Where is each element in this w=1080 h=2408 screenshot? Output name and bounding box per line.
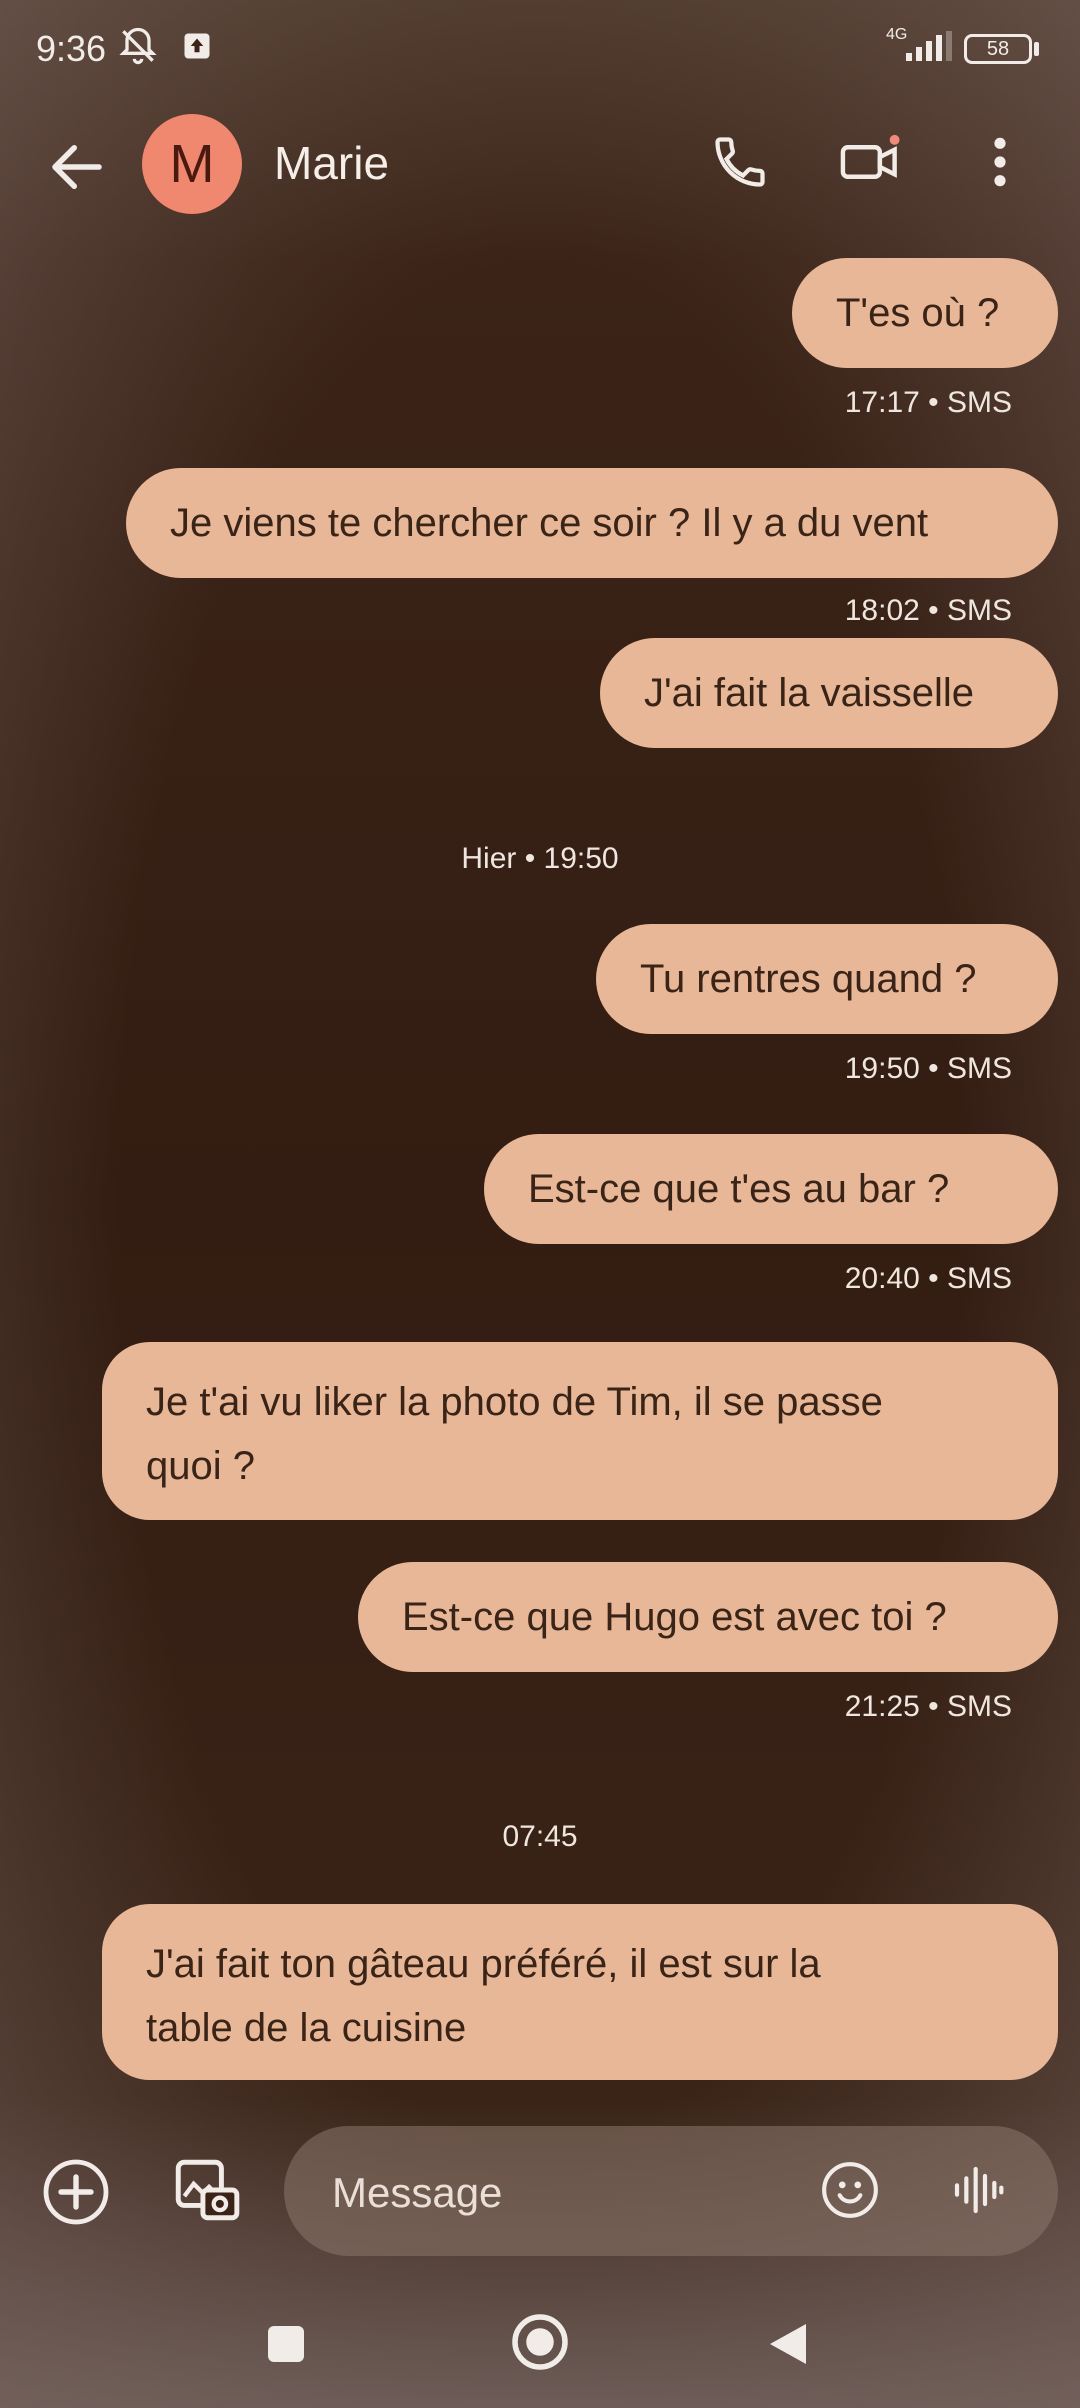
message-text: Tu rentres quand ? — [640, 957, 977, 1001]
recents-button[interactable] — [246, 2306, 326, 2386]
message-meta: 20:40 • SMS — [844, 1262, 1012, 1295]
message-meta: 19:50 • SMS — [844, 1052, 1012, 1085]
voice-message-button[interactable] — [936, 2150, 1020, 2234]
message-bubble[interactable]: J'ai fait ton gâteau préféré, il est sur… — [102, 1904, 1058, 2080]
message-meta: 17:17 • SMS — [844, 386, 1012, 419]
home-circle-icon — [510, 2312, 570, 2377]
message-text: Je viens te chercher ce soir ? Il y a du… — [170, 501, 929, 545]
add-circle-icon — [40, 2156, 112, 2233]
message-bubble[interactable]: Je viens te chercher ce soir ? Il y a du… — [126, 468, 1058, 578]
home-button[interactable] — [498, 2302, 582, 2386]
contact-avatar[interactable]: M — [142, 114, 242, 214]
signal-icon — [900, 24, 956, 68]
status-time: 9:36 — [36, 28, 107, 69]
gallery-camera-icon — [169, 2153, 243, 2232]
message-bubble[interactable]: J'ai fait la vaisselle — [600, 638, 1058, 748]
video-call-button[interactable] — [830, 124, 910, 204]
battery-level: 58 — [986, 37, 1010, 60]
message-meta: 21:25 • SMS — [844, 1690, 1012, 1723]
message-text: Est-ce que t'es au bar ? — [528, 1167, 950, 1211]
message-meta: 18:02 • SMS — [844, 594, 1012, 627]
message-text-line: table de la cuisine — [146, 2006, 467, 2050]
more-vert-icon — [990, 134, 1010, 195]
message-input[interactable] — [330, 2166, 794, 2220]
video-call-icon — [838, 132, 902, 197]
message-text-line: Je t'ai vu liker la photo de Tim, il se … — [146, 1380, 883, 1424]
message-bubble[interactable]: T'es où ? — [792, 258, 1058, 368]
phone-icon — [710, 132, 770, 197]
message-text: Est-ce que Hugo est avec toi ? — [402, 1595, 947, 1639]
gallery-button[interactable] — [166, 2150, 246, 2234]
back-nav-button[interactable] — [748, 2306, 828, 2386]
add-attachment-button[interactable] — [36, 2154, 116, 2234]
date-separator: Hier • 19:50 — [461, 842, 619, 875]
back-arrow-icon[interactable] — [44, 134, 110, 200]
battery-icon: 58 — [964, 34, 1032, 64]
message-text-line: J'ai fait ton gâteau préféré, il est sur… — [146, 1942, 821, 1986]
message-text: T'es où ? — [836, 291, 1000, 335]
message-bubble[interactable]: Est-ce que t'es au bar ? — [484, 1134, 1058, 1244]
more-options-button[interactable] — [960, 124, 1040, 204]
triangle-back-icon — [766, 2320, 810, 2373]
voice-icon — [950, 2162, 1006, 2223]
message-text: J'ai fait la vaisselle — [644, 671, 974, 715]
phone-call-button[interactable] — [700, 124, 780, 204]
message-bubble[interactable]: Est-ce que Hugo est avec toi ? — [358, 1562, 1058, 1672]
upload-notification-icon — [180, 24, 214, 68]
message-bubble[interactable]: Je t'ai vu liker la photo de Tim, il se … — [102, 1342, 1058, 1520]
message-bubble[interactable]: Tu rentres quand ? — [596, 924, 1058, 1034]
notifications-off-icon — [114, 24, 162, 68]
contact-name[interactable]: Marie — [274, 136, 389, 190]
date-separator: 07:45 — [502, 1820, 578, 1853]
message-text-line: quoi ? — [146, 1444, 255, 1488]
emoji-button[interactable] — [808, 2150, 892, 2234]
emoji-icon — [819, 2159, 881, 2226]
square-icon — [266, 2324, 306, 2369]
battery-tip — [1034, 42, 1039, 56]
